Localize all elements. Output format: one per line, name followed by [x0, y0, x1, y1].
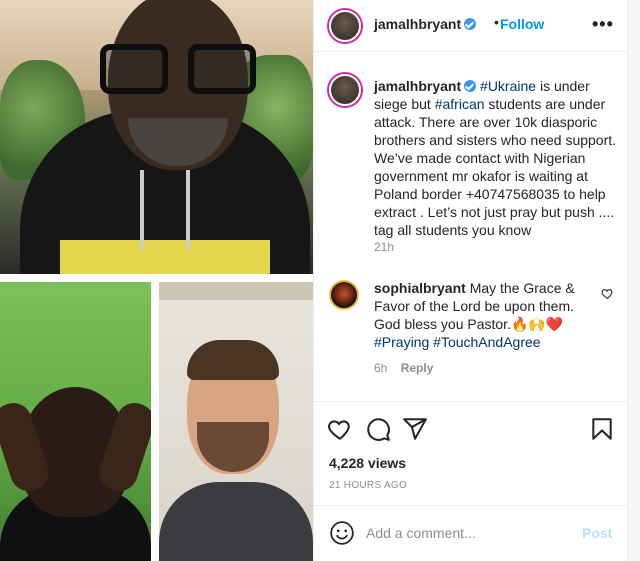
follow-button[interactable]: Follow [500, 16, 544, 32]
background-shelf [159, 282, 313, 300]
hoodie-print [60, 240, 270, 274]
comment-like-heart-icon[interactable] [601, 287, 614, 300]
comment-icon[interactable] [365, 416, 391, 442]
post-side-panel: jamalhbryant • Follow ••• jamalhbryant #… [313, 0, 640, 561]
video-tile-host [0, 0, 313, 274]
comment-input[interactable] [366, 520, 576, 546]
add-comment-bar: Post [314, 505, 628, 559]
comment-item: sophialbryant May the Grace & Favor of t… [374, 279, 596, 351]
action-bar [314, 408, 628, 448]
separator-dot: • [494, 14, 499, 30]
scrollbar-track[interactable] [627, 0, 640, 561]
view-count[interactable]: 4,228 views [329, 455, 406, 471]
video-tile-guest-right [159, 282, 313, 561]
hoodie-string [186, 170, 190, 250]
post-header: jamalhbryant • Follow ••• [314, 0, 628, 52]
commenter-avatar[interactable] [329, 280, 359, 310]
author-avatar[interactable] [329, 10, 361, 42]
post-comment-button[interactable]: Post [582, 525, 612, 541]
comment-timestamp[interactable]: 6h [374, 361, 387, 375]
post-caption: jamalhbryant #Ukraine is under siege but… [374, 77, 622, 239]
hashtag-link[interactable]: #TouchAndAgree [433, 334, 540, 350]
caption-username[interactable]: jamalhbryant [374, 78, 477, 94]
post-timestamp[interactable]: 21 HOURS AGO [329, 480, 407, 491]
paper-plane-icon[interactable] [402, 416, 428, 442]
video-tile-guest-left [0, 282, 151, 561]
bookmark-icon[interactable] [589, 416, 615, 442]
verified-badge-icon [464, 18, 477, 30]
hashtag-link[interactable]: #Ukraine [480, 78, 536, 94]
hashtag-link[interactable]: #african [435, 96, 485, 112]
glasses [100, 44, 256, 96]
commenter-username[interactable]: sophialbryant [374, 280, 466, 296]
hoodie-string [140, 170, 144, 250]
smiley-icon[interactable] [329, 520, 355, 546]
author-username[interactable]: jamalhbryant [374, 16, 477, 32]
guest-shirt [159, 482, 313, 561]
guest-hair [187, 340, 279, 380]
caption-text: students are under attack. There are ove… [374, 96, 617, 238]
reply-button[interactable]: Reply [401, 361, 434, 375]
comments-section[interactable]: jamalhbryant #Ukraine is under siege but… [314, 53, 628, 402]
post-media[interactable] [0, 0, 313, 561]
hashtag-link[interactable]: #Praying [374, 334, 429, 350]
verified-badge-icon [464, 80, 477, 92]
comment-meta: 6h Reply [374, 361, 433, 375]
heart-icon[interactable] [327, 416, 353, 442]
caption-timestamp[interactable]: 21h [374, 240, 394, 254]
more-options-icon[interactable]: ••• [592, 14, 614, 35]
caption-author-avatar[interactable] [329, 74, 361, 106]
